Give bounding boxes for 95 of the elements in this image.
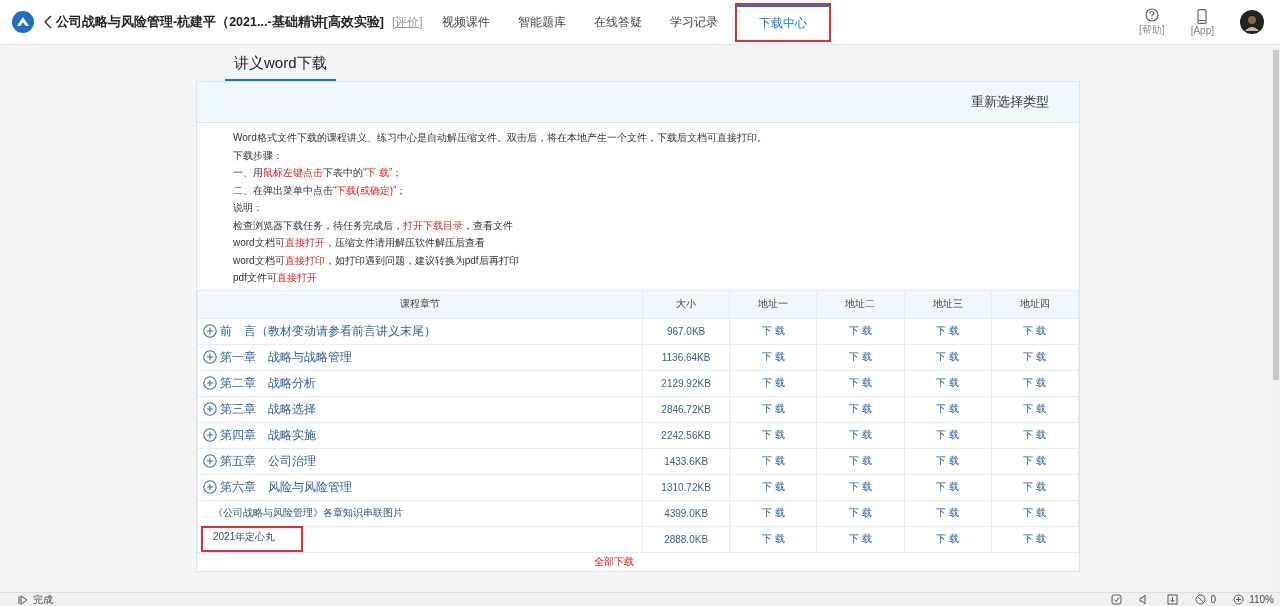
download-link[interactable]: 下 载 — [936, 481, 960, 492]
download-link[interactable]: 下 载 — [936, 455, 960, 466]
zoom-icon[interactable] — [1233, 594, 1245, 605]
file-size: 967.0KB — [642, 318, 730, 344]
download-link[interactable]: 下 载 — [761, 325, 785, 336]
app-link[interactable]: [App] — [1190, 24, 1214, 36]
file-size: 1310.72KB — [642, 474, 730, 500]
file-size: 2846.72KB — [642, 396, 730, 422]
expand-icon[interactable] — [203, 480, 217, 494]
download-link[interactable]: 下 载 — [761, 507, 785, 518]
download-link[interactable]: 下 载 — [849, 351, 872, 362]
zoom-level: 110% — [1249, 594, 1274, 605]
phone-icon[interactable] — [1197, 8, 1208, 25]
download-link[interactable]: 下 载 — [849, 533, 872, 544]
course-title: 公司战略与风险管理-杭建平（2021...-基础精讲[高效实验] — [56, 13, 384, 31]
play-icon[interactable] — [18, 594, 28, 605]
download-link[interactable]: 下 载 — [936, 377, 960, 388]
download-link[interactable]: 下 载 — [761, 377, 785, 388]
expand-icon[interactable] — [203, 350, 217, 364]
help-link[interactable]: [帮助] — [1139, 23, 1165, 37]
instruction-text: 下载步骤： — [233, 148, 284, 163]
download-link[interactable]: 下 载 — [761, 429, 785, 440]
nav-tab[interactable]: 在线答疑 — [584, 7, 651, 37]
scrollbar[interactable] — [1272, 45, 1280, 592]
download-link[interactable]: 下 载 — [936, 507, 960, 518]
file-size: 2242.56KB — [642, 422, 730, 448]
column-header: 地址一 — [729, 290, 817, 318]
download-link[interactable]: 下 载 — [1023, 533, 1047, 544]
expand-icon[interactable] — [203, 402, 217, 416]
logo-icon[interactable] — [12, 11, 34, 33]
download-link[interactable]: 下 载 — [849, 403, 872, 414]
download-icon[interactable] — [1166, 594, 1178, 605]
file-title[interactable]: 2021年定心丸 — [203, 528, 302, 550]
instruction-text: Word格式文件下载的课程讲义、练习中心是自动解压缩文件。双击后，将在本地产生一个文件，下载后文档可直接打印。 — [233, 131, 768, 145]
download-link[interactable]: 下 载 — [849, 507, 872, 518]
download-link[interactable]: 下 载 — [1023, 507, 1047, 518]
chapter-title[interactable]: 第五章 公司治理 — [220, 452, 316, 470]
blocked-count: 0 — [1210, 594, 1217, 605]
nav-tab[interactable]: 智能题库 — [508, 7, 575, 37]
nav-tab[interactable]: 视频课件 — [432, 7, 499, 37]
download-link[interactable]: 下 载 — [849, 325, 872, 336]
download-link[interactable]: 下 载 — [936, 351, 960, 362]
download-link[interactable]: 下 载 — [761, 481, 785, 492]
column-header: 大小 — [642, 290, 730, 318]
instruction-text: word文档可直接打印，如打印遇到问题，建议转换为pdf后再打印 — [233, 253, 520, 268]
download-link[interactable]: 下 载 — [1023, 377, 1047, 388]
download-link[interactable]: 下 载 — [1023, 455, 1047, 466]
download-link[interactable]: 下 载 — [936, 533, 960, 544]
download-link[interactable]: 下 载 — [1023, 325, 1047, 336]
instruction-text: 二、在弹出菜单中点击“下载(或确定)”； — [233, 183, 408, 198]
status-text: 完成 — [33, 593, 53, 606]
instruction-text: 一、用鼠标左键点击下表中的“下 载”； — [233, 166, 404, 180]
download-link[interactable]: 下 载 — [936, 325, 960, 336]
instruction-text: pdf文件可直接打开 — [233, 271, 318, 285]
download-link[interactable]: 下 载 — [1023, 481, 1047, 492]
chapter-title[interactable]: 第二章 战略分析 — [220, 374, 316, 392]
expand-icon[interactable] — [203, 376, 217, 390]
expand-icon[interactable] — [203, 454, 217, 468]
expand-icon[interactable] — [203, 324, 217, 338]
download-link[interactable]: 下 载 — [1023, 351, 1047, 362]
download-link[interactable]: 下 载 — [849, 455, 872, 466]
download-link[interactable]: 下 载 — [849, 481, 872, 492]
download-link[interactable]: 下 载 — [1023, 403, 1047, 414]
file-size: 1433.6KB — [642, 448, 730, 474]
file-size: 1136.64KB — [642, 344, 730, 370]
help-icon[interactable] — [1144, 7, 1159, 23]
column-header: 地址四 — [991, 290, 1079, 318]
download-link[interactable]: 下 载 — [761, 533, 785, 544]
download-link[interactable]: 下 载 — [1023, 429, 1047, 440]
file-size: 4399.0KB — [642, 500, 730, 526]
nav-tab[interactable]: 下载中心 — [736, 4, 829, 40]
download-link[interactable]: 下 载 — [761, 351, 785, 362]
download-link[interactable]: 下 载 — [849, 429, 872, 440]
chapter-title[interactable]: 第四章 战略实施 — [220, 426, 316, 444]
instruction-text: 说明： — [233, 201, 264, 215]
reselect-type-link[interactable]: 重新选择类型 — [971, 93, 1049, 111]
column-header: 课程章节 — [197, 290, 643, 318]
block-icon[interactable] — [1194, 594, 1206, 605]
download-link[interactable]: 下 载 — [761, 403, 785, 414]
file-size: 2129.92KB — [642, 370, 730, 396]
file-size: 2888.0KB — [642, 526, 730, 552]
column-header: 地址二 — [816, 290, 905, 318]
instruction-text: 检查浏览器下载任务，待任务完成后，打开下载目录，查看文件 — [233, 218, 514, 233]
download-link[interactable]: 下 载 — [761, 455, 785, 466]
download-link[interactable]: 下 载 — [936, 429, 960, 440]
expand-icon[interactable] — [203, 428, 217, 442]
download-link[interactable]: 下 载 — [849, 377, 872, 388]
column-header: 地址三 — [904, 290, 992, 318]
download-all-link[interactable]: 全部下载 — [594, 554, 634, 569]
back-icon[interactable] — [44, 15, 52, 29]
nav-tab[interactable]: 学习记录 — [660, 7, 727, 37]
instruction-text: word文档可直接打开，压缩文件请用解压软件解压后查看 — [233, 236, 486, 250]
avatar-icon[interactable] — [1240, 10, 1264, 34]
chapter-title[interactable]: 第三章 战略选择 — [220, 400, 316, 418]
download-link[interactable]: 下 载 — [936, 403, 960, 414]
